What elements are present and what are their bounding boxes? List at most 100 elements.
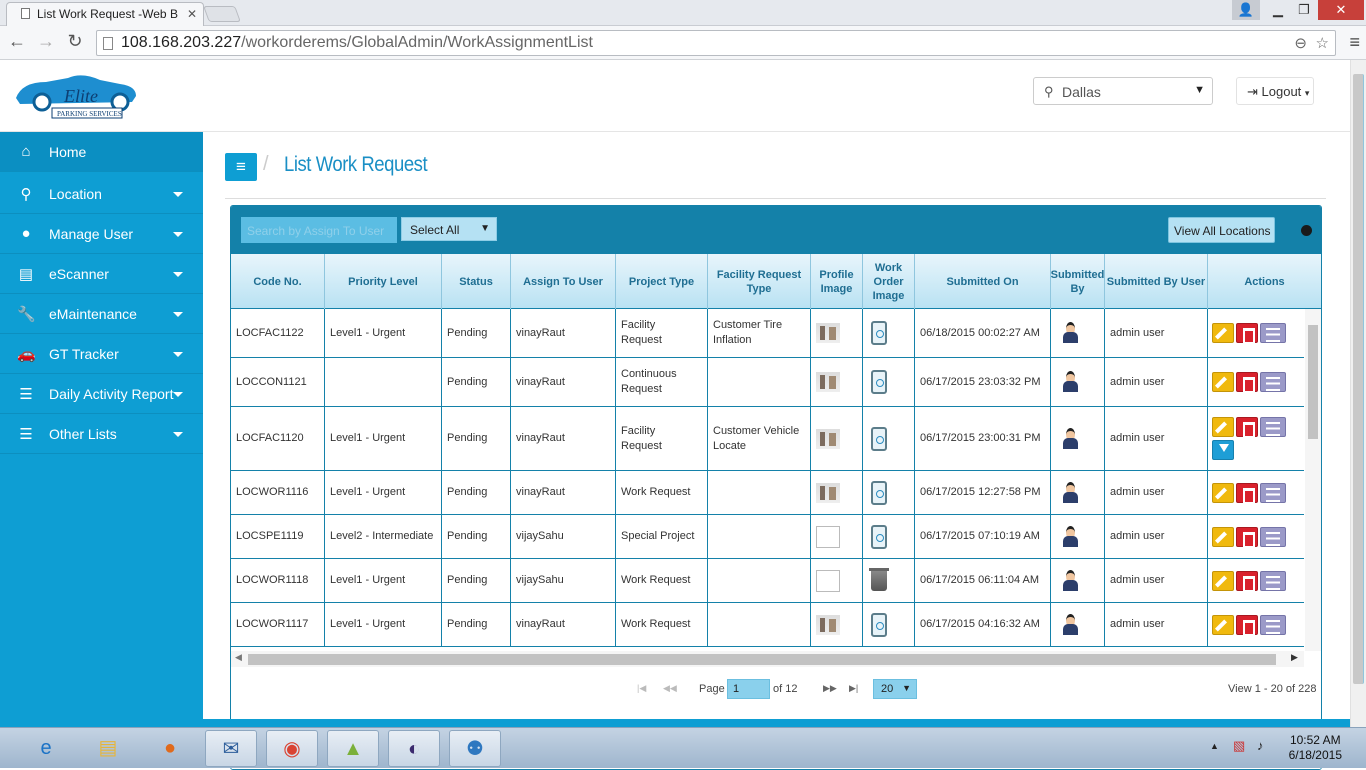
scroll-thumb[interactable]	[1353, 74, 1364, 684]
edit-button[interactable]	[1212, 526, 1234, 547]
sidebar-item-location[interactable]: ⚲ Location	[0, 174, 203, 214]
scroll-thumb[interactable]	[1308, 325, 1318, 439]
sidebar-item-home[interactable]: ⌂ Home	[0, 132, 203, 172]
location-select[interactable]: ⚲ Dallas ▼	[1033, 77, 1213, 105]
column-header[interactable]: Project Type	[616, 254, 708, 309]
table-row[interactable]: LOCSPE1119 Level2 - Intermediate Pending vi…	[231, 515, 1304, 559]
column-header[interactable]: Assign To User	[511, 254, 616, 309]
chrome-icon[interactable]: ◉	[266, 730, 318, 767]
download-button[interactable]	[1212, 440, 1234, 460]
column-header[interactable]: Work Order Image	[863, 254, 915, 309]
profile-image-icon[interactable]	[816, 372, 840, 392]
table-horizontal-scrollbar[interactable]: ◀ ▶	[231, 651, 1304, 667]
profile-image-icon[interactable]	[816, 482, 840, 503]
lync-icon[interactable]: ⚉	[449, 730, 501, 767]
scroll-thumb[interactable]	[248, 654, 1276, 665]
edit-button[interactable]	[1212, 417, 1234, 437]
user-icon[interactable]: 👤	[1232, 0, 1260, 20]
column-header[interactable]: Status	[442, 254, 511, 309]
details-button[interactable]	[1260, 323, 1286, 343]
address-bar[interactable]: 108.168.203.227/workorderems/GlobalAdmin…	[96, 30, 1336, 56]
table-vertical-scrollbar[interactable]	[1305, 309, 1321, 651]
menu-toggle-button[interactable]: ≡	[225, 153, 257, 181]
filter-select[interactable]: Select All ▼	[401, 217, 497, 241]
eclipse-icon[interactable]: ◐	[388, 730, 440, 767]
view-all-locations-button[interactable]: View All Locations	[1168, 217, 1275, 243]
table-row[interactable]: LOCWOR1116 Level1 - Urgent Pending vinayRau…	[231, 471, 1304, 515]
details-button[interactable]	[1260, 526, 1286, 547]
page-input[interactable]: 1	[727, 679, 770, 699]
scroll-right-icon[interactable]: ▶	[1291, 652, 1298, 663]
delete-button[interactable]	[1236, 570, 1258, 592]
column-header[interactable]: Actions	[1208, 254, 1321, 309]
edit-button[interactable]	[1212, 570, 1234, 591]
sidebar-item-emaintenance[interactable]: 🔧 eMaintenance	[0, 294, 203, 334]
sidebar-item-gt-tracker[interactable]: 🚗 GT Tracker	[0, 334, 203, 374]
android-studio-icon[interactable]: ▲	[327, 730, 379, 767]
prev-page-icon[interactable]: ◀◀	[663, 683, 677, 694]
details-button[interactable]	[1260, 417, 1286, 437]
page-scrollbar[interactable]	[1350, 60, 1366, 727]
sidebar-item-escanner[interactable]: ▤ eScanner	[0, 254, 203, 294]
logout-button[interactable]: ⇥ Logout ▾	[1236, 77, 1314, 105]
browser-menu-icon[interactable]: ≡	[1349, 32, 1360, 53]
sidebar-item-other-lists[interactable]: ☰ Other Lists	[0, 414, 203, 454]
delete-button[interactable]	[1236, 417, 1258, 438]
table-row[interactable]: LOCCON1121 Pending vinayRaut Continuous Req…	[231, 358, 1304, 407]
sidebar-item-manage-user[interactable]: ● Manage User	[0, 214, 203, 254]
phone-image-icon[interactable]	[871, 524, 887, 549]
back-icon[interactable]: ←	[6, 31, 28, 52]
details-button[interactable]	[1260, 482, 1286, 503]
phone-image-icon[interactable]	[871, 321, 887, 345]
details-button[interactable]	[1260, 570, 1286, 591]
internet-explorer-icon[interactable]: e	[20, 730, 72, 767]
bookmark-star-icon[interactable]: ☆	[1316, 34, 1329, 52]
next-page-icon[interactable]: ▶▶	[823, 683, 837, 694]
close-tab-icon[interactable]: ✕	[187, 7, 197, 21]
profile-image-icon[interactable]	[816, 428, 840, 449]
broken-image-icon[interactable]	[816, 525, 840, 548]
trash-image-icon[interactable]	[869, 567, 889, 591]
column-header[interactable]: Submitted On	[915, 254, 1051, 309]
table-row[interactable]: LOCFAC1122 Level1 - Urgent Pending vinayRau…	[231, 309, 1304, 358]
phone-image-icon[interactable]	[871, 426, 887, 451]
delete-button[interactable]	[1236, 323, 1258, 344]
phone-image-icon[interactable]	[871, 370, 887, 394]
reload-icon[interactable]: ↻	[64, 31, 86, 52]
edit-button[interactable]	[1212, 372, 1234, 392]
edit-button[interactable]	[1212, 323, 1234, 343]
column-header[interactable]: Facility Request Type	[708, 254, 811, 309]
thunderbird-icon[interactable]: ✉	[205, 730, 257, 767]
system-clock[interactable]: 10:52 AM 6/18/2015	[1289, 733, 1342, 763]
zoom-icon[interactable]: ⊖	[1294, 34, 1307, 52]
sidebar-item-daily-activity-report[interactable]: ☰ Daily Activity Report	[0, 374, 203, 414]
column-header[interactable]: Code No.	[231, 254, 325, 309]
column-header[interactable]: Priority Level	[325, 254, 442, 309]
show-hidden-icons[interactable]: ▲	[1210, 741, 1219, 751]
column-header[interactable]: Submitted By	[1051, 254, 1105, 309]
profile-image-icon[interactable]	[816, 614, 840, 635]
forward-icon[interactable]: →	[35, 31, 57, 52]
table-row[interactable]: LOCWOR1117 Level1 - Urgent Pending vinayRau…	[231, 603, 1304, 647]
delete-button[interactable]	[1236, 482, 1258, 504]
column-header[interactable]: Submitted By User	[1105, 254, 1208, 309]
first-page-icon[interactable]: |◀	[637, 683, 646, 694]
edit-button[interactable]	[1212, 482, 1234, 503]
delete-button[interactable]	[1236, 526, 1258, 548]
close-window-button[interactable]: ✕	[1318, 0, 1364, 20]
edit-button[interactable]	[1212, 614, 1234, 635]
network-icon[interactable]: ▧	[1233, 738, 1245, 754]
firefox-icon[interactable]: ●	[144, 730, 196, 767]
file-explorer-icon[interactable]: ▤	[82, 730, 134, 767]
page-size-select[interactable]: 20 ▼	[873, 679, 917, 699]
last-page-icon[interactable]: ▶|	[849, 683, 858, 694]
table-row[interactable]: LOCWOR1118 Level1 - Urgent Pending vijaySah…	[231, 559, 1304, 603]
scroll-left-icon[interactable]: ◀	[235, 652, 242, 663]
table-row[interactable]: LOCFAC1120 Level1 - Urgent Pending vinayRau…	[231, 407, 1304, 471]
minimize-button[interactable]: ▁	[1264, 0, 1292, 20]
phone-image-icon[interactable]	[871, 480, 887, 505]
broken-image-icon[interactable]	[816, 569, 840, 592]
details-button[interactable]	[1260, 372, 1286, 392]
search-input[interactable]: Search by Assign To User	[241, 217, 397, 243]
collapse-icon[interactable]	[1301, 225, 1312, 236]
